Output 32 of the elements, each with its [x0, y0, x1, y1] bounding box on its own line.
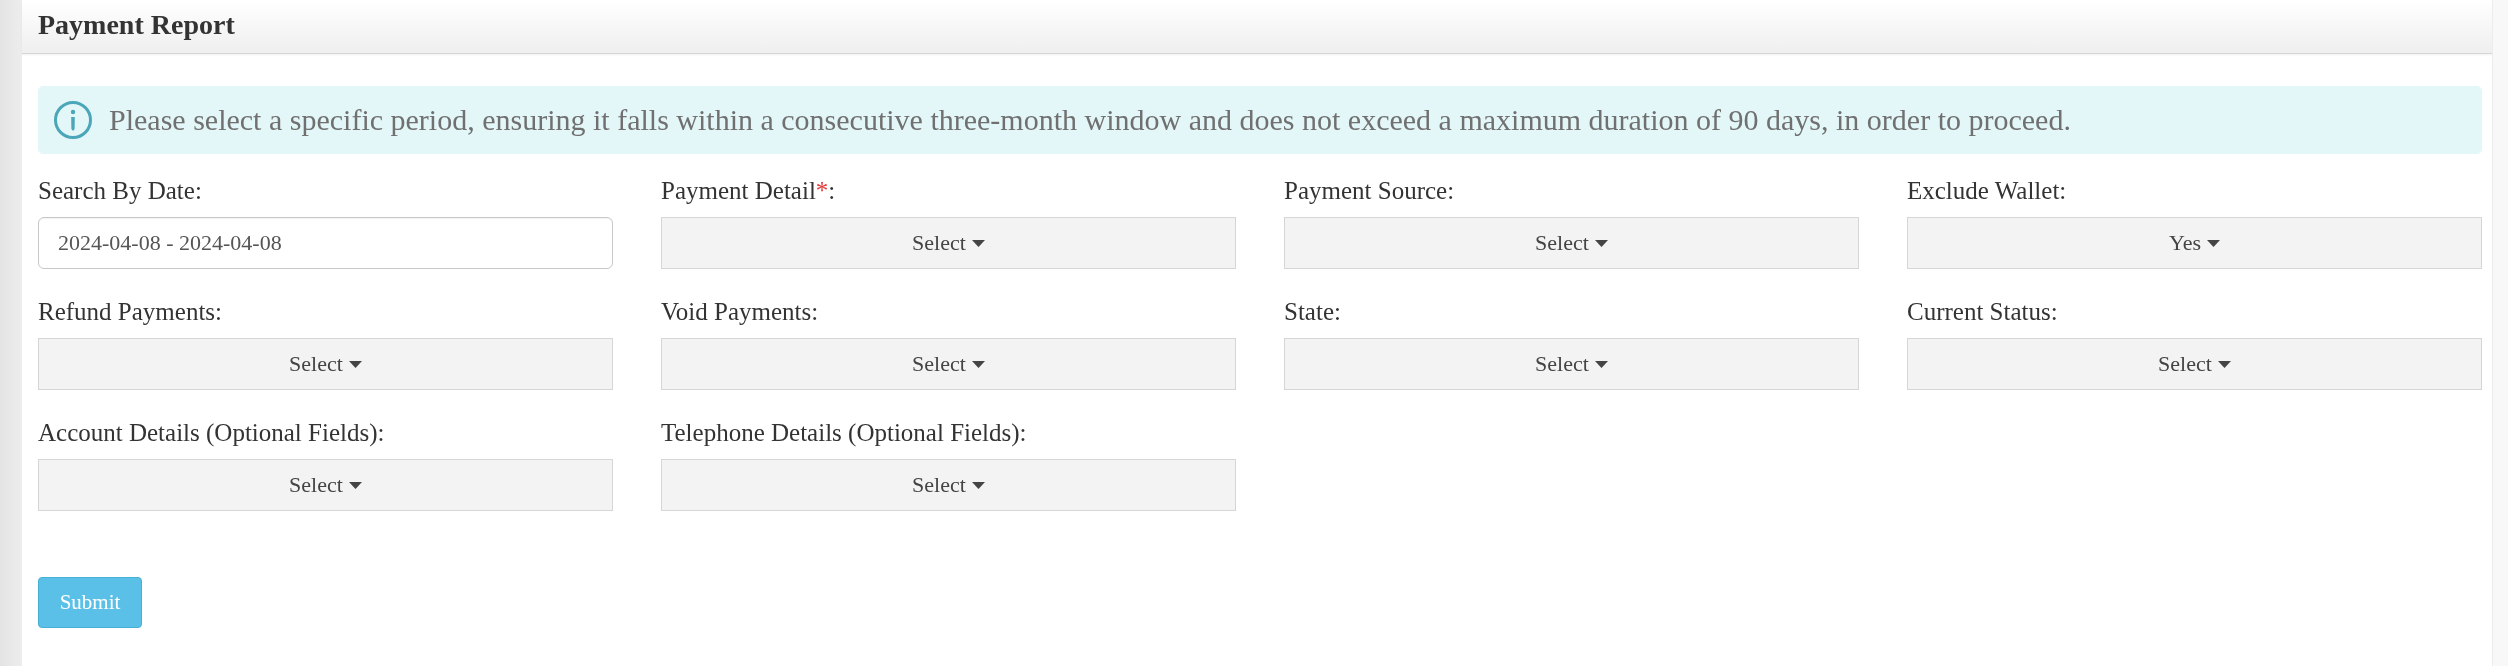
field-label: Telephone Details (Optional Fields): — [661, 418, 1027, 448]
caret-icon — [971, 481, 985, 489]
dropdown-button[interactable]: Select — [38, 338, 613, 390]
field-label: Payment Source: — [1284, 176, 1455, 206]
field-label: Account Details (Optional Fields): — [38, 418, 385, 448]
dropdown-button[interactable]: Select — [661, 338, 1236, 390]
caret-icon — [348, 481, 362, 489]
field-label: Search By Date: — [38, 176, 202, 206]
caret-icon — [2207, 239, 2220, 247]
caret-icon — [1594, 239, 1608, 247]
field-label: Exclude Wallet: — [1907, 176, 2067, 206]
caret-icon — [1594, 360, 1608, 368]
date-range-field[interactable]: 2024-04-08 - 2024-04-08 — [38, 217, 613, 269]
dropdown-button[interactable]: Select — [38, 459, 613, 511]
field-label: Void Payments: — [661, 297, 819, 327]
caret-icon — [971, 239, 985, 247]
dropdown-button[interactable]: Select — [1284, 338, 1859, 390]
field-label: State: — [1284, 297, 1341, 327]
panel-title: Payment Report — [38, 8, 235, 41]
dropdown-button[interactable]: Select — [661, 217, 1236, 269]
field-label: Refund Payments: — [38, 297, 222, 327]
field-label: Current Status: — [1907, 297, 2058, 327]
caret-icon — [2217, 360, 2231, 368]
dropdown-button[interactable]: Select — [1284, 217, 1859, 269]
field-label: Payment Detail*: — [661, 176, 836, 206]
dropdown-button[interactable]: Yes — [1907, 217, 2482, 269]
alert-message: Please select a specific period, ensuring it falls within a consecutive three-month window and does not exceed a maximum duration of 90 days, in order to proceed. — [109, 103, 2071, 137]
info-icon — [54, 101, 92, 139]
dropdown-button[interactable]: Select — [661, 459, 1236, 511]
caret-icon — [348, 360, 362, 368]
caret-icon — [971, 360, 985, 368]
dropdown-button[interactable]: Select — [1907, 338, 2482, 390]
